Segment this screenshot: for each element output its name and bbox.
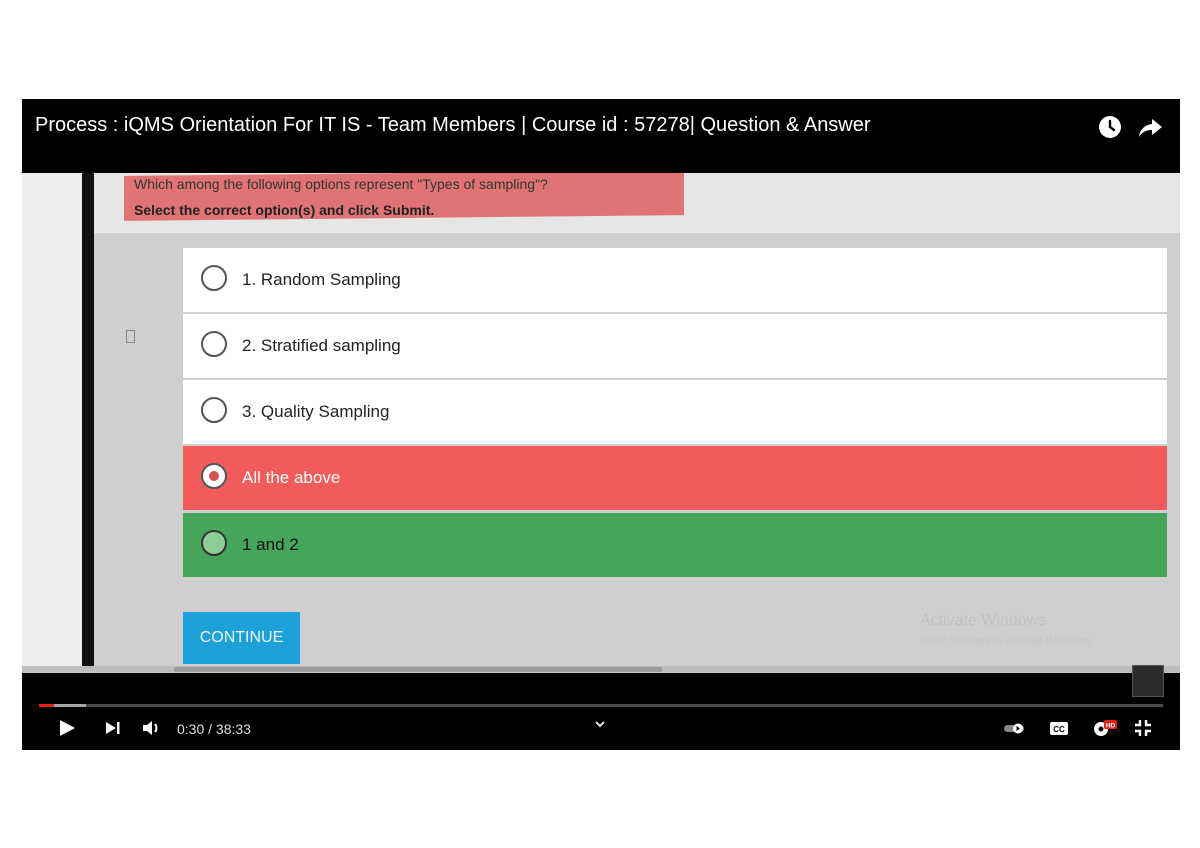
video-left-margin [22,173,82,673]
option-3[interactable]: 3. Quality Sampling [183,380,1167,444]
watch-later-icon[interactable] [1096,113,1124,141]
play-icon[interactable] [56,717,78,739]
radio-icon[interactable] [201,331,227,357]
hd-badge: HD [1106,723,1116,730]
next-icon[interactable] [102,717,124,739]
radio-selected-icon[interactable] [201,463,227,489]
played-bar [39,704,54,707]
option-5[interactable]: 1 and 2 [183,513,1167,577]
volume-icon[interactable] [140,717,164,739]
radio-icon[interactable] [201,530,227,556]
window-edge [82,173,94,668]
captions-icon[interactable]: CC [1048,717,1070,739]
option-label: 1 and 2 [242,535,299,554]
time-display: 0:30 / 38:33 [177,721,251,737]
quiz-screen: Which among the following options repres… [94,173,1180,668]
activate-windows-title: Activate Windows [920,612,1047,629]
activate-windows-subtitle: Go to Settings to activate Windows. [920,635,1094,647]
instruction-text: Select the correct option(s) and click S… [134,202,435,218]
share-icon[interactable] [1136,113,1164,141]
option-label: 2. Stratified sampling [242,336,401,355]
player-controls: 0:30 / 38:33 CC HD [22,665,1180,750]
radio-icon[interactable] [201,265,227,291]
option-label: All the above [242,468,341,487]
option-1[interactable]: 1. Random Sampling [183,248,1167,312]
corner-thumbnail [1132,665,1164,697]
scrollbar-thumb[interactable] [174,667,662,672]
continue-button[interactable]: CONTINUE [183,612,300,664]
progress-bar[interactable] [39,704,1163,707]
video-frame[interactable]: Which among the following options repres… [22,173,1180,673]
option-4[interactable]: All the above [183,446,1167,510]
bookmark-icon [126,330,135,343]
exit-fullscreen-icon[interactable] [1132,717,1154,739]
radio-icon[interactable] [201,397,227,423]
question-text: Which among the following options repres… [134,176,548,192]
autoplay-toggle-icon[interactable] [1002,717,1028,739]
video-player: Process : iQMS Orientation For IT IS - T… [22,99,1180,750]
video-title[interactable]: Process : iQMS Orientation For IT IS - T… [35,114,871,137]
player-title-bar: Process : iQMS Orientation For IT IS - T… [22,99,1180,173]
option-label: 1. Random Sampling [242,270,401,289]
option-label: 3. Quality Sampling [242,402,390,421]
settings-hd-icon[interactable]: HD [1090,717,1118,739]
chevron-down-icon[interactable] [592,713,608,735]
captions-label: CC [1053,725,1065,734]
option-2[interactable]: 2. Stratified sampling [183,314,1167,378]
